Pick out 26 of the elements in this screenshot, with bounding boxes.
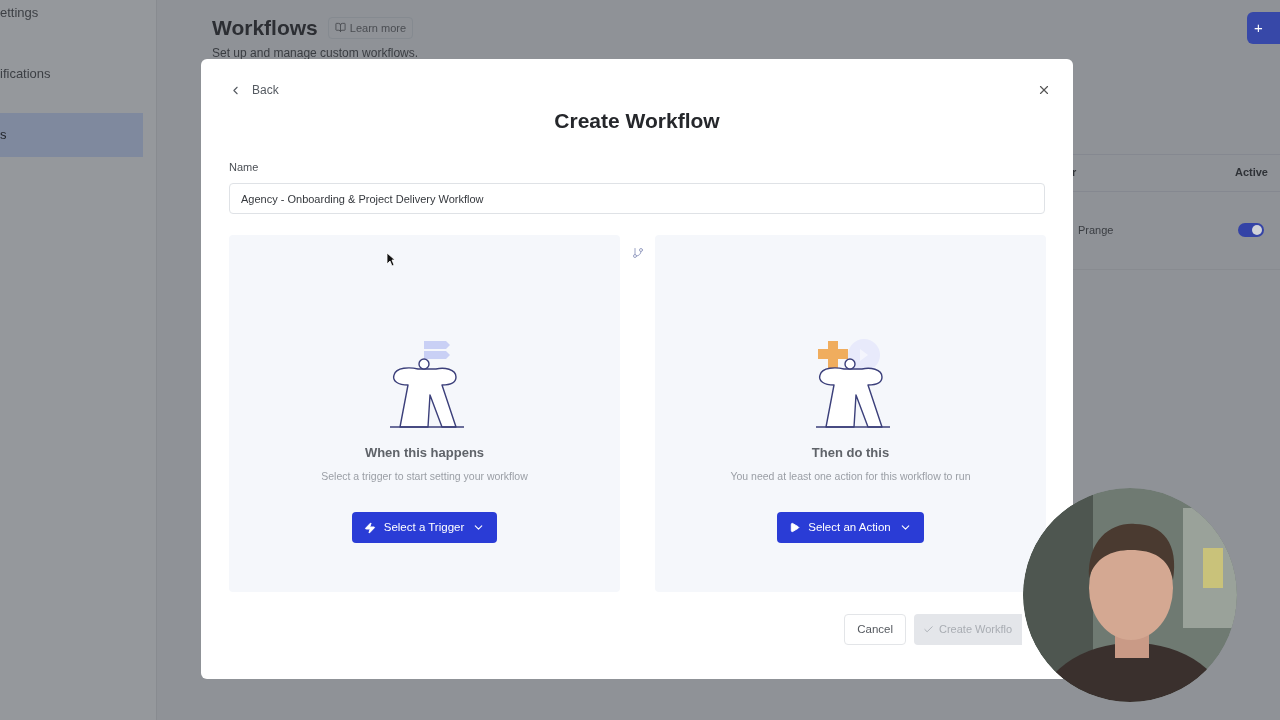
column-header: r (1072, 165, 1078, 181)
select-action-button[interactable]: Select an Action (777, 512, 924, 544)
page-title: Workflows (212, 15, 318, 41)
check-icon (923, 624, 934, 635)
name-label: Name (229, 159, 260, 175)
panel-description: You need at least one action for this workflow to run (730, 468, 971, 484)
table-cell-text: Prange (1078, 222, 1115, 238)
column-header: Active (1234, 165, 1268, 181)
close-icon[interactable] (1037, 83, 1051, 97)
cursor-icon (386, 252, 396, 267)
panel-heading: When this happens (364, 444, 485, 462)
book-icon (334, 22, 346, 34)
name-field[interactable]: Agency - Onboarding & Project Delivery Workflow (229, 183, 1045, 214)
active-toggle[interactable] (1238, 223, 1264, 237)
play-icon (789, 522, 801, 534)
cancel-button[interactable]: Cancel (844, 614, 906, 645)
select-trigger-button[interactable]: Select a Trigger (351, 512, 498, 544)
sidebar-item[interactable]: s (0, 113, 143, 157)
add-button[interactable]: + (1247, 12, 1280, 44)
lightning-icon (363, 521, 376, 534)
back-button[interactable]: Back (229, 81, 279, 99)
panel-heading: Then do this (811, 444, 890, 462)
panel-description: Select a trigger to start setting your workflow (321, 468, 528, 484)
modal-title: Create Workflow (553, 108, 721, 134)
branch-icon (631, 247, 644, 259)
page-subtitle: Set up and manage custom workflows. (212, 45, 419, 60)
